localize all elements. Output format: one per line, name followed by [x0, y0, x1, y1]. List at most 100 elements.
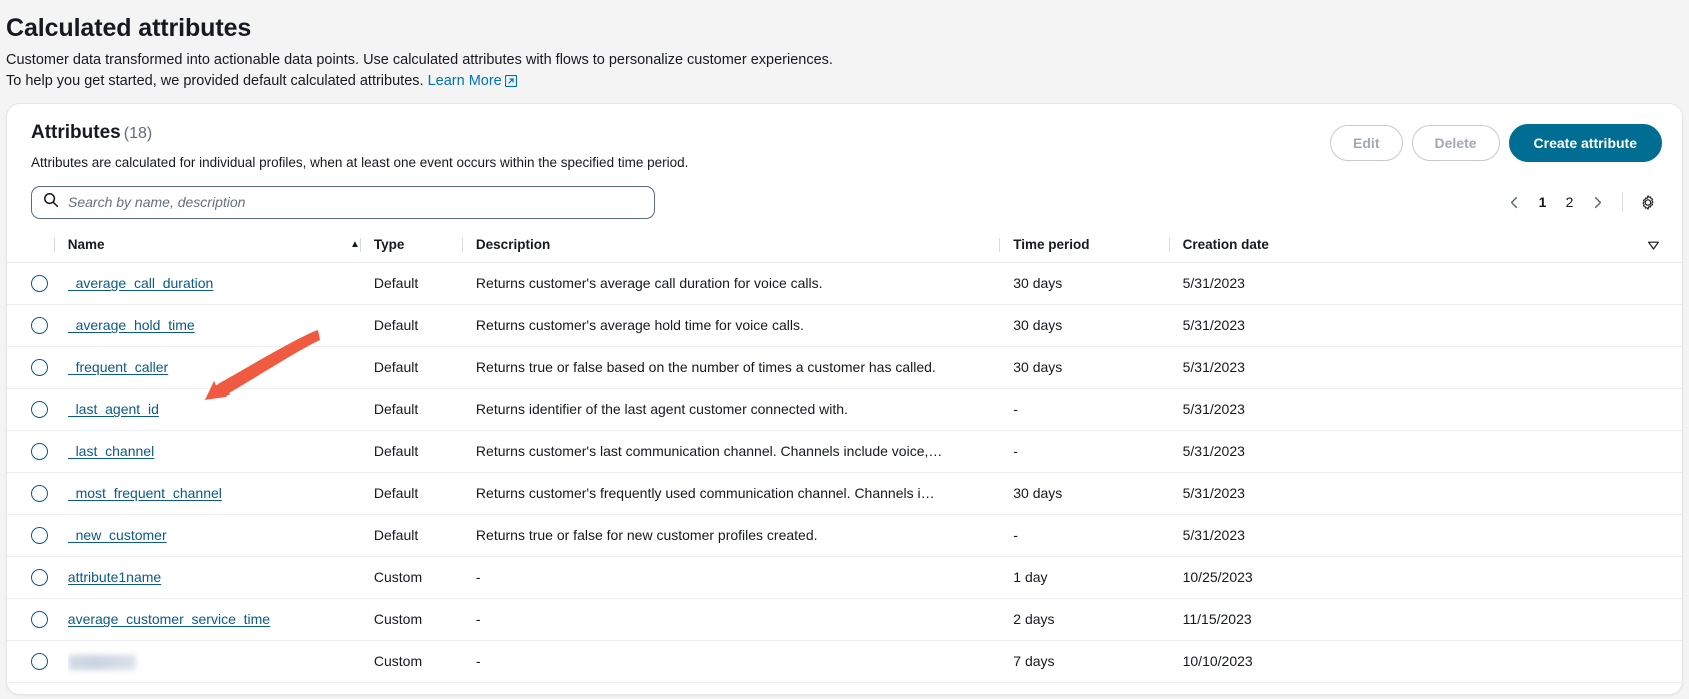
learn-more-link[interactable]: Learn More	[428, 73, 502, 89]
external-link-icon	[505, 73, 517, 94]
row-description-cell: Returns customer's frequently used commu…	[476, 472, 1013, 514]
attributes-table: Name ▲ Type Description Time period	[7, 231, 1682, 683]
row-radio-button[interactable]	[31, 653, 48, 670]
row-spacer-cell	[1617, 430, 1682, 472]
search-box[interactable]	[31, 186, 655, 219]
column-header-name[interactable]: Name ▲	[68, 231, 374, 263]
attributes-card: Attributes(18) Attributes are calculated…	[6, 103, 1683, 695]
attribute-name-link[interactable]: _most_frequent_channel	[68, 485, 222, 501]
attribute-name-link[interactable]: attribute1name	[68, 569, 161, 585]
gear-icon	[1640, 193, 1656, 212]
table-row[interactable]: _new_customerDefaultReturns true or fals…	[7, 514, 1682, 556]
table-head: Name ▲ Type Description Time period	[7, 231, 1682, 263]
column-header-creation-date[interactable]: Creation date	[1183, 231, 1617, 263]
row-type-cell: Default	[374, 472, 476, 514]
table-row[interactable]: _last_channelDefaultReturns customer's l…	[7, 430, 1682, 472]
row-creation-date-cell: 5/31/2023	[1183, 430, 1617, 472]
table-row[interactable]: _most_frequent_channel DefaultReturns cus…	[7, 472, 1682, 514]
pagination: 1 2	[1501, 188, 1662, 216]
search-input[interactable]	[68, 194, 643, 210]
table-row[interactable]: average_customer_service_timeCustom-2 da…	[7, 598, 1682, 640]
column-header-type[interactable]: Type	[374, 231, 476, 263]
row-type-cell: Custom	[374, 556, 476, 598]
column-select	[7, 231, 68, 263]
row-time-period-cell: -	[1013, 388, 1182, 430]
pagination-page-1[interactable]: 1	[1530, 189, 1555, 216]
filter-triangle-icon	[1647, 239, 1660, 252]
table-row[interactable]: _frequent_callerDefaultReturns true or f…	[7, 346, 1682, 388]
row-spacer-cell	[1617, 304, 1682, 346]
row-time-period-cell: 7 days	[1013, 640, 1182, 682]
page-description-line-1: Customer data transformed into actionabl…	[6, 50, 1689, 71]
row-creation-date-cell: 5/31/2023	[1183, 304, 1617, 346]
row-select-cell[interactable]	[7, 262, 68, 304]
row-radio-button[interactable]	[31, 611, 48, 628]
row-spacer-cell	[1617, 472, 1682, 514]
card-title-block: Attributes(18) Attributes are calculated…	[27, 122, 688, 172]
attribute-name-link[interactable]: _last_agent_id	[68, 401, 159, 417]
row-select-cell[interactable]	[7, 346, 68, 388]
row-description-cell: Returns customer's last communication ch…	[476, 430, 1013, 472]
row-creation-date-cell: 10/25/2023	[1183, 556, 1617, 598]
table-row[interactable]: _last_agent_idDefaultReturns identifier …	[7, 388, 1682, 430]
row-description-cell: -	[476, 556, 1013, 598]
row-select-cell[interactable]	[7, 556, 68, 598]
row-description-cell: Returns customer's average hold time for…	[476, 304, 1013, 346]
row-select-cell[interactable]	[7, 388, 68, 430]
table-row[interactable]: _average_call_durationDefaultReturns cus…	[7, 262, 1682, 304]
attribute-name-link[interactable]: _frequent_caller	[68, 359, 168, 375]
table-header-row: Name ▲ Type Description Time period	[7, 231, 1682, 263]
row-select-cell[interactable]	[7, 430, 68, 472]
row-radio-button[interactable]	[31, 359, 48, 376]
attribute-name-link[interactable]: _new_customer	[68, 527, 167, 543]
table-preferences-button[interactable]	[1634, 188, 1662, 216]
row-description-cell: Returns true or false based on the numbe…	[476, 346, 1013, 388]
page-description-line-2: To help you get started, we provided def…	[6, 73, 424, 89]
table-row[interactable]: attribute1name Custom-1 day10/25/2023	[7, 556, 1682, 598]
delete-button[interactable]: Delete	[1412, 125, 1500, 161]
row-radio-button[interactable]	[31, 275, 48, 292]
card-subtitle: Attributes are calculated for individual…	[31, 154, 688, 172]
attributes-table-container: Name ▲ Type Description Time period	[7, 219, 1682, 683]
row-description-cell: Returns customer's average call duration…	[476, 262, 1013, 304]
row-spacer-cell	[1617, 640, 1682, 682]
search-icon	[43, 192, 59, 213]
row-name-cell: _average_hold_time	[68, 304, 374, 346]
row-spacer-cell	[1617, 514, 1682, 556]
row-select-cell[interactable]	[7, 304, 68, 346]
row-select-cell[interactable]	[7, 640, 68, 682]
row-radio-button[interactable]	[31, 443, 48, 460]
card-title-row: Attributes(18)	[31, 122, 688, 145]
row-select-cell[interactable]	[7, 514, 68, 556]
table-body: _average_call_durationDefaultReturns cus…	[7, 262, 1682, 682]
pagination-prev-button[interactable]	[1501, 189, 1528, 216]
attribute-name-link[interactable]: _last_channel	[68, 443, 154, 459]
attribute-name-link[interactable]: average_customer_service_time	[68, 611, 270, 627]
page-title: Calculated attributes	[6, 14, 1689, 43]
row-radio-button[interactable]	[31, 401, 48, 418]
row-radio-button[interactable]	[31, 485, 48, 502]
create-attribute-button[interactable]: Create attribute	[1509, 124, 1662, 162]
row-spacer-cell	[1617, 388, 1682, 430]
table-row[interactable]: Custom-7 days10/10/2023	[7, 640, 1682, 682]
column-header-time-period-label: Time period	[1013, 237, 1089, 252]
row-description-cell: -	[476, 640, 1013, 682]
column-header-description[interactable]: Description	[476, 231, 1013, 263]
pagination-page-2[interactable]: 2	[1557, 189, 1582, 216]
column-header-filter[interactable]	[1617, 231, 1682, 263]
row-select-cell[interactable]	[7, 472, 68, 514]
row-radio-button[interactable]	[31, 317, 48, 334]
table-row[interactable]: _average_hold_timeDefaultReturns custome…	[7, 304, 1682, 346]
attribute-name-link[interactable]: _average_hold_time	[68, 317, 195, 333]
row-spacer-cell	[1617, 346, 1682, 388]
row-select-cell[interactable]	[7, 598, 68, 640]
row-radio-button[interactable]	[31, 569, 48, 586]
edit-button[interactable]: Edit	[1330, 125, 1402, 161]
row-radio-button[interactable]	[31, 527, 48, 544]
column-header-type-label: Type	[374, 237, 405, 252]
column-header-time-period[interactable]: Time period	[1013, 231, 1182, 263]
row-time-period-cell: 1 day	[1013, 556, 1182, 598]
row-name-cell: _last_channel	[68, 430, 374, 472]
attribute-name-link[interactable]: _average_call_duration	[68, 275, 214, 291]
pagination-next-button[interactable]	[1584, 189, 1611, 216]
